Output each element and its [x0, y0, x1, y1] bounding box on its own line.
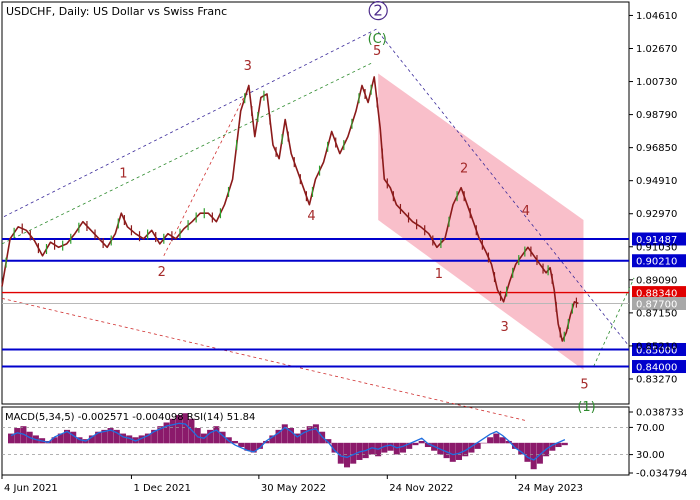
ind-tick-label-2: 30.00 [636, 450, 665, 461]
y-tick-label-6: 0.92970 [636, 209, 677, 220]
level-label-1: 0.90210 [636, 257, 677, 268]
x-tick-label-1: 1 Dec 2021 [133, 483, 191, 494]
y-tick-label-3: 0.98790 [636, 110, 677, 121]
macd-bar-89 [561, 442, 568, 446]
wave-label-5: 2 [460, 161, 468, 176]
macd-bar-84 [530, 442, 537, 470]
wave-label-10: (C) [368, 32, 387, 47]
x-tick-label-0: 4 Jun 2021 [4, 483, 58, 494]
macd-bar-61 [387, 442, 394, 451]
wave-label-3: 4 [307, 209, 315, 224]
wave-label-6: 1 [435, 267, 443, 282]
macd-bar-83 [524, 442, 531, 462]
macd-bar-76 [480, 442, 487, 444]
wave-label-12: 2 [373, 2, 383, 20]
y-tick-label-11: 0.83270 [636, 374, 677, 385]
y-tick-label-5: 0.94910 [636, 176, 677, 187]
y-tick-label-2: 1.00730 [636, 77, 677, 88]
macd-bar-65 [412, 442, 419, 446]
wave-label-8: 3 [500, 320, 508, 335]
wave-label-0: 1 [119, 166, 127, 181]
wave-label-1: 2 [158, 265, 166, 280]
macd-bar-63 [400, 442, 407, 453]
macd-bar-66 [418, 440, 425, 444]
macd-bar-71 [449, 442, 456, 462]
macd-bar-54 [344, 442, 351, 468]
macd-bar-33 [213, 426, 220, 444]
y-tick-label-8: 0.89090 [636, 275, 677, 286]
chart-root: USDCHF, Daily: US Dollar vs Swiss Franc … [0, 0, 700, 500]
chart-background [0, 0, 700, 500]
indicator-label: MACD(5,34,5) -0.002571 -0.004098 RSI(14)… [5, 412, 255, 423]
x-tick-label-3: 24 Nov 2022 [389, 483, 453, 494]
wave-label-11: (1) [577, 400, 595, 415]
macd-bar-78 [493, 433, 500, 444]
y-tick-label-0: 1.04610 [636, 11, 677, 22]
macd-bar-48 [306, 426, 313, 444]
wave-label-2: 3 [244, 59, 252, 74]
wave-label-9: 5 [580, 378, 588, 393]
y-tick-label-4: 0.96850 [636, 143, 677, 154]
wave-label-7: 4 [522, 204, 530, 219]
macd-bar-1 [14, 428, 21, 444]
y-tick-label-7: 0.91030 [636, 242, 677, 253]
ind-tick-label-1: 70.00 [636, 423, 665, 434]
y-tick-label-10: 0.85210 [636, 341, 677, 352]
macd-bar-72 [456, 442, 463, 460]
x-tick-label-4: 24 May 2023 [518, 483, 583, 494]
y-tick-label-9: 0.87150 [636, 308, 677, 319]
macd-bar-77 [487, 437, 494, 444]
macd-bar-62 [393, 442, 400, 455]
y-tick-label-1: 1.02670 [636, 44, 677, 55]
level-label-5: 0.84000 [636, 362, 677, 373]
usdchf-chart[interactable]: USDCHF, Daily: US Dollar vs Swiss Franc … [0, 0, 700, 500]
ind-tick-label-0: 0.038733 [636, 408, 684, 419]
ind-tick-label-3: -0.034794 [636, 469, 687, 480]
macd-bar-30 [194, 428, 201, 444]
symbol-title: USDCHF, Daily: US Dollar vs Swiss Franc [6, 5, 227, 18]
x-tick-label-2: 30 May 2022 [261, 483, 326, 494]
